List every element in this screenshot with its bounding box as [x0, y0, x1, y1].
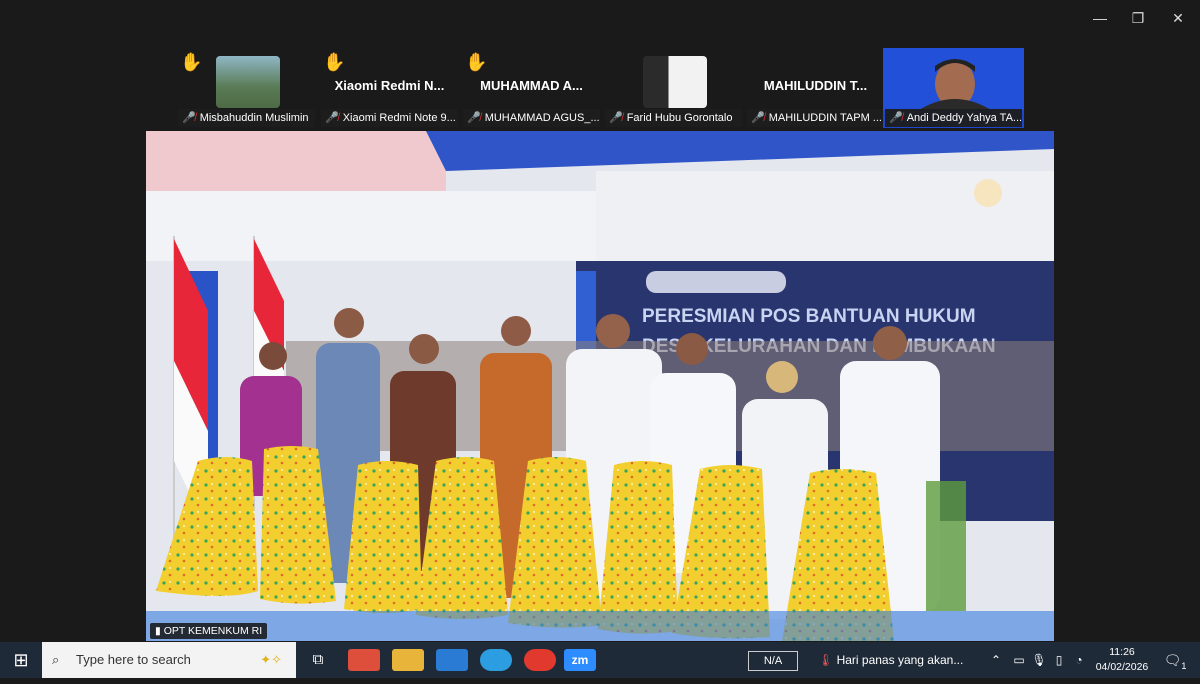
notification-count: 1: [1181, 660, 1187, 671]
participant-tile[interactable]: 🎤̸ Farid Hubu Gorontalo: [603, 48, 744, 128]
mic-muted-icon: 🎤̸: [889, 112, 903, 124]
participant-name: Xiaomi Redmi Note 9...: [342, 112, 456, 124]
mic-muted-icon: 🎤̸: [182, 112, 196, 124]
restore-button[interactable]: ❐: [1126, 8, 1150, 28]
participant-name: MAHILUDDIN TAPM ...: [768, 112, 882, 124]
thermometer-icon: 🌡: [818, 653, 834, 667]
main-video-feed[interactable]: PERESMIAN POS BANTUAN HUKUM DESA/KELURAH…: [146, 131, 1054, 641]
mail-icon[interactable]: [436, 649, 468, 671]
participant-video-thumbnail: [643, 56, 707, 108]
search-icon: ⌕: [52, 652, 60, 667]
raised-hand-icon: ✋: [465, 52, 488, 72]
participant-name: Misbahuddin Muslimin: [199, 112, 309, 124]
zoom-app-icon[interactable]: zm: [564, 649, 596, 671]
battery-icon[interactable]: ▯: [1050, 642, 1068, 678]
chrome-icon[interactable]: [524, 649, 556, 671]
participant-display-name: MAHILUDDIN T...: [763, 78, 868, 93]
task-view-icon[interactable]: ⧉: [304, 642, 332, 678]
mic-muted-icon: 🎤̸: [325, 112, 339, 124]
weather-widget[interactable]: 🌡 Hari panas yang akan...: [818, 642, 963, 678]
participant-tile[interactable]: MAHILUDDIN T... 🎤̸ MAHILUDDIN TAPM ...: [745, 48, 886, 128]
sparkle-icon: ✦✧: [260, 652, 282, 667]
windows-start-icon[interactable]: ⊞: [4, 642, 38, 678]
participant-tile[interactable]: ✋ 🎤̸ Misbahuddin Muslimin: [176, 48, 317, 128]
raised-hand-icon: ✋: [323, 52, 346, 72]
raised-hand-icon: ✋: [180, 52, 203, 72]
file-explorer-icon[interactable]: [392, 649, 424, 671]
meet-now-icon[interactable]: ▭: [1010, 642, 1028, 678]
na-indicator: N/A: [748, 651, 798, 671]
edge-icon[interactable]: [480, 649, 512, 671]
mic-muted-icon: 🎤̸: [751, 112, 765, 124]
participant-tile[interactable]: ✋ MUHAMMAD A... 🎤̸ MUHAMMAD AGUS_...: [461, 48, 602, 128]
clock-time: 11:26: [1109, 646, 1135, 658]
participant-name: Farid Hubu Gorontalo: [626, 112, 733, 124]
minimize-button[interactable]: —: [1088, 8, 1112, 28]
participant-display-name: Xiaomi Redmi N...: [334, 78, 445, 93]
video-source-label: ▮ OPT KEMENKUM RI: [150, 623, 268, 639]
participant-tile[interactable]: 🎤̸ Andi Deddy Yahya TA...: [883, 48, 1024, 128]
weather-text: Hari panas yang akan...: [836, 653, 964, 667]
clock-date: 04/02/2026: [1095, 661, 1149, 673]
participant-name: MUHAMMAD AGUS_...: [484, 112, 600, 124]
mic-muted-icon: 🎤̸: [609, 112, 623, 124]
event-scene: PERESMIAN POS BANTUAN HUKUM DESA/KELURAH…: [146, 131, 1054, 641]
mic-muted-icon: 🎤̸: [467, 112, 481, 124]
participant-video-thumbnail: [883, 48, 1024, 110]
wifi-icon[interactable]: ◔: [1070, 642, 1088, 678]
participant-gallery: ✋ 🎤̸ Misbahuddin Muslimin ✋ Xiaomi Redmi …: [176, 48, 1026, 128]
participant-display-name: MUHAMMAD A...: [480, 78, 583, 93]
participant-name: Andi Deddy Yahya TA...: [906, 112, 1022, 124]
notification-center-icon[interactable]: 🗨1: [1160, 642, 1190, 678]
close-button[interactable]: ✕: [1166, 8, 1190, 28]
microphone-icon[interactable]: 🎙: [1030, 642, 1048, 678]
video-source-name: OPT KEMENKUM RI: [163, 625, 263, 637]
taskbar-search-box[interactable]: ⌕ Type here to search ✦✧: [42, 642, 296, 678]
participant-video-thumbnail: [216, 56, 280, 108]
banner-line-1: PERESMIAN POS BANTUAN HUKUM: [642, 306, 976, 327]
search-placeholder: Type here to search: [76, 652, 191, 667]
store-icon[interactable]: [348, 649, 380, 671]
system-clock[interactable]: 11:26 04/02/2026: [1088, 645, 1156, 675]
chevron-up-icon[interactable]: ⌃: [986, 642, 1006, 678]
signal-icon: ▮: [155, 625, 164, 637]
participant-tile[interactable]: ✋ Xiaomi Redmi N... 🎤̸ Xiaomi Redmi Note …: [319, 48, 460, 128]
